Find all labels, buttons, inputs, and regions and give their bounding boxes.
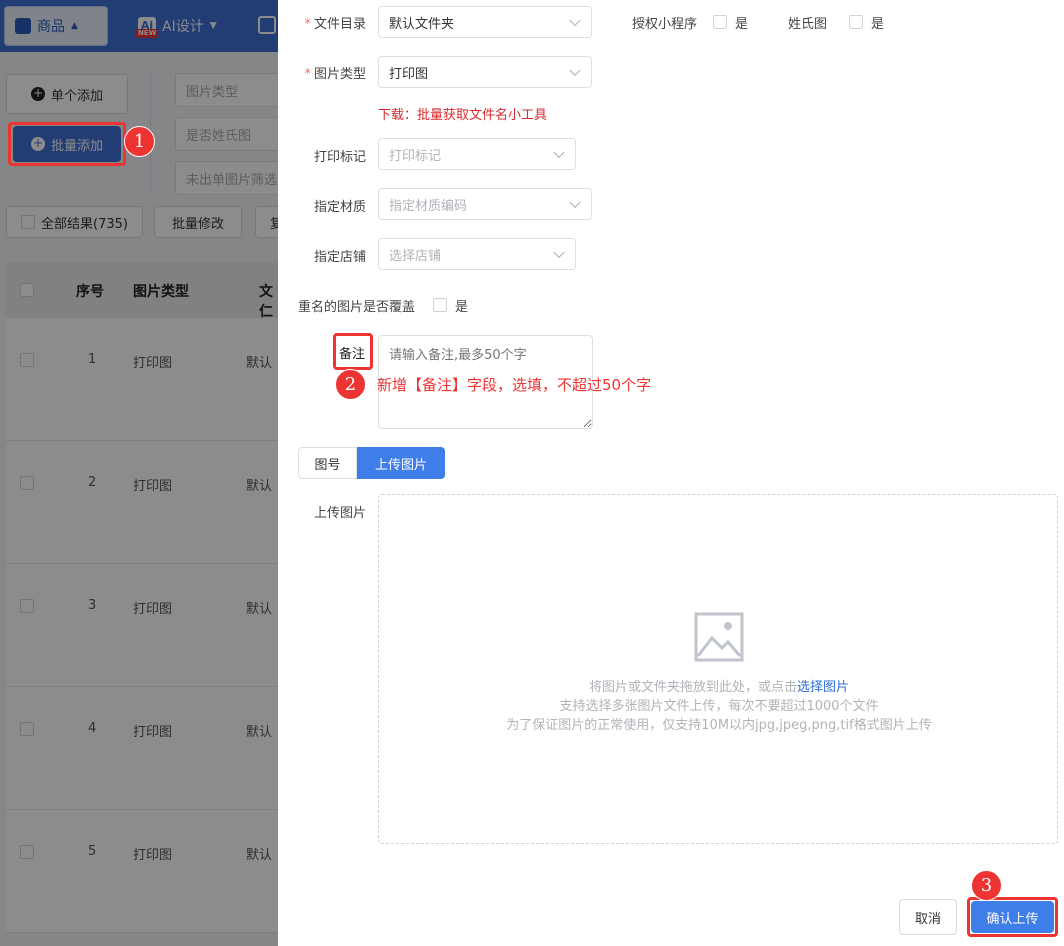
tab-image-number[interactable]: 图号 — [298, 447, 357, 479]
image-type-select[interactable]: 打印图 — [378, 56, 592, 88]
mini-program-label: 授权小程序 — [632, 17, 698, 32]
overwrite-label: 重名的图片是否覆盖 — [298, 300, 416, 315]
download-tool-link[interactable]: 下载：批量获取文件名小工具 — [378, 104, 547, 123]
step-2-badge: 2 — [335, 369, 366, 400]
step-1-badge: 1 — [124, 126, 155, 157]
shop-select[interactable]: 选择店铺 — [378, 238, 576, 270]
chevron-down-icon — [569, 64, 581, 77]
chevron-down-icon — [553, 246, 565, 259]
select-image-link[interactable]: 选择图片 — [797, 680, 849, 695]
batch-upload-drawer: * 文件目录 默认文件夹 授权小程序 是 姓氏图 是 * 图片类型 打印图 下载：批… — [278, 0, 1064, 946]
mini-program-yes: 是 — [735, 17, 749, 32]
shop-placeholder: 选择店铺 — [389, 248, 442, 264]
overwrite-checkbox[interactable] — [433, 298, 447, 312]
upload-dropzone[interactable]: 将图片或文件夹拖放到此处，或点击选择图片 支持选择多张图片文件上传，每次不要超过… — [378, 494, 1058, 844]
step-3-badge: 3 — [971, 870, 1002, 901]
folder-select[interactable]: 默认文件夹 — [378, 6, 592, 38]
mini-program-checkbox[interactable] — [713, 15, 727, 29]
chevron-down-icon — [569, 14, 581, 27]
cancel-button[interactable]: 取消 — [899, 899, 957, 935]
drop-text: 将图片或文件夹拖放到此处，或点击 — [588, 680, 797, 695]
print-mark-select[interactable]: 打印标记 — [378, 138, 576, 170]
remark-label: 备注 — [338, 347, 365, 362]
confirm-label: 确认上传 — [986, 911, 1039, 927]
folder-label: * 文件目录 — [304, 17, 366, 32]
drop-hint-format: 为了保证图片的正常使用，仅支持10M以内jpg,jpeg,png,tif格式图片… — [506, 718, 932, 733]
surname-checkbox[interactable] — [849, 15, 863, 29]
cancel-label: 取消 — [914, 911, 941, 927]
material-placeholder: 指定材质编码 — [389, 198, 468, 214]
chevron-down-icon — [553, 146, 565, 159]
tab-upload-image[interactable]: 上传图片 — [357, 447, 445, 479]
image-placeholder-icon — [694, 612, 744, 662]
image-type-value: 打印图 — [389, 66, 429, 82]
print-mark-label: 打印标记 — [313, 150, 366, 165]
image-type-label: * 图片类型 — [304, 67, 366, 82]
surname-label: 姓氏图 — [788, 17, 828, 32]
overwrite-yes: 是 — [455, 300, 469, 315]
batch-add-highlight-box — [8, 122, 126, 166]
shop-label: 指定店铺 — [313, 250, 366, 265]
drop-instructions: 将图片或文件夹拖放到此处，或点击选择图片 支持选择多张图片文件上传，每次不要超过… — [379, 678, 1059, 735]
upload-label: 上传图片 — [313, 506, 366, 521]
surname-yes: 是 — [871, 17, 885, 32]
confirm-upload-button[interactable]: 确认上传 — [971, 901, 1054, 933]
print-mark-placeholder: 打印标记 — [389, 148, 442, 164]
drop-hint-multi: 支持选择多张图片文件上传，每次不要超过1000个文件 — [559, 699, 879, 714]
chevron-down-icon — [569, 196, 581, 209]
folder-value: 默认文件夹 — [389, 16, 455, 32]
material-select[interactable]: 指定材质编码 — [378, 188, 592, 220]
upload-mode-tabs: 图号 上传图片 — [298, 447, 445, 479]
material-label: 指定材质 — [313, 200, 366, 215]
remark-annotation: 新增【备注】字段，选填，不超过50个字 — [377, 376, 652, 394]
